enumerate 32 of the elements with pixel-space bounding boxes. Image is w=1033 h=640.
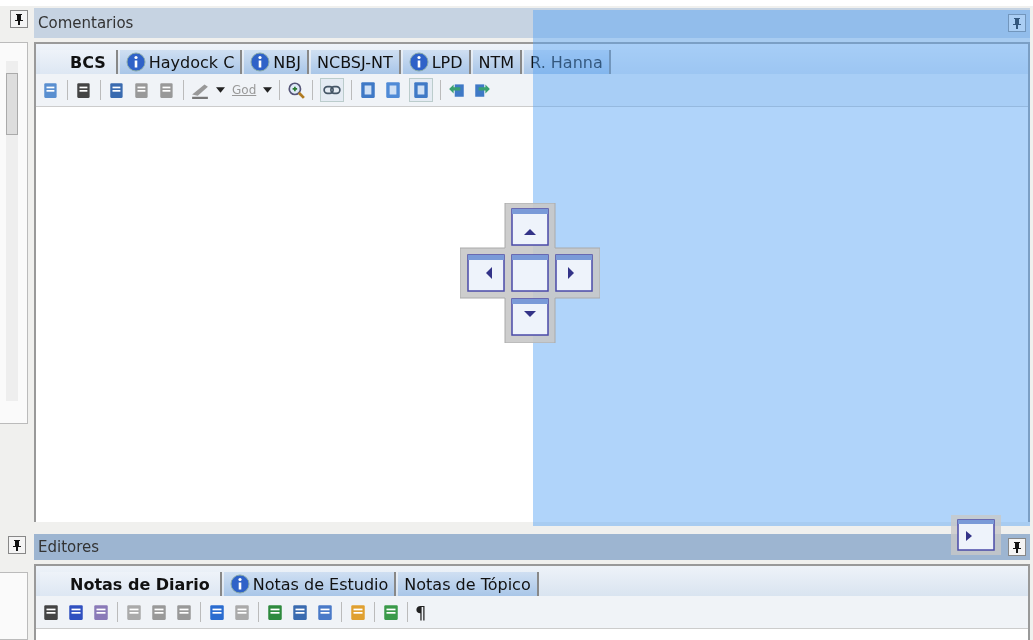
scrollbar[interactable] (6, 61, 18, 401)
caret-icon[interactable] (263, 87, 273, 93)
tab[interactable]: NBJ (244, 50, 309, 74)
pin-icon (1012, 541, 1022, 553)
tab[interactable]: Notas de Diario (40, 572, 222, 596)
tab[interactable]: Notas de Tópico (398, 572, 539, 596)
pin-icon (12, 539, 22, 551)
link-toggle-button[interactable] (320, 78, 345, 102)
tab[interactable]: Notas de Estudio (223, 572, 397, 596)
panel-title: Comentarios (38, 14, 134, 32)
arrow-left-icon[interactable] (448, 81, 467, 99)
tab[interactable]: Haydock C (119, 50, 243, 74)
book-toggle-button[interactable] (409, 78, 434, 102)
pin-icon (1012, 17, 1022, 29)
document-icon[interactable] (108, 81, 126, 99)
tab[interactable]: LPD (402, 50, 471, 74)
panel-title: Editores (38, 538, 100, 556)
tab[interactable]: R. Hanna (524, 50, 611, 74)
pin-button[interactable] (8, 536, 26, 554)
tab[interactable]: BCS (40, 50, 118, 74)
highlighter-icon[interactable] (191, 81, 209, 99)
tab[interactable]: NCBSJ-NT (311, 50, 401, 74)
paragraph-mark-button[interactable]: ¶ (415, 601, 427, 623)
pin-button[interactable] (1008, 538, 1026, 556)
tab[interactable]: NTM (472, 50, 523, 74)
caret-icon[interactable] (216, 87, 225, 93)
arrow-right-icon[interactable] (473, 81, 492, 99)
dock-right-guide-icon[interactable] (951, 515, 1001, 555)
pin-button[interactable] (10, 10, 28, 28)
zoom-in-icon[interactable] (287, 81, 306, 99)
dock-guide-drawing[interactable] (460, 203, 600, 343)
pin-icon (14, 13, 24, 25)
